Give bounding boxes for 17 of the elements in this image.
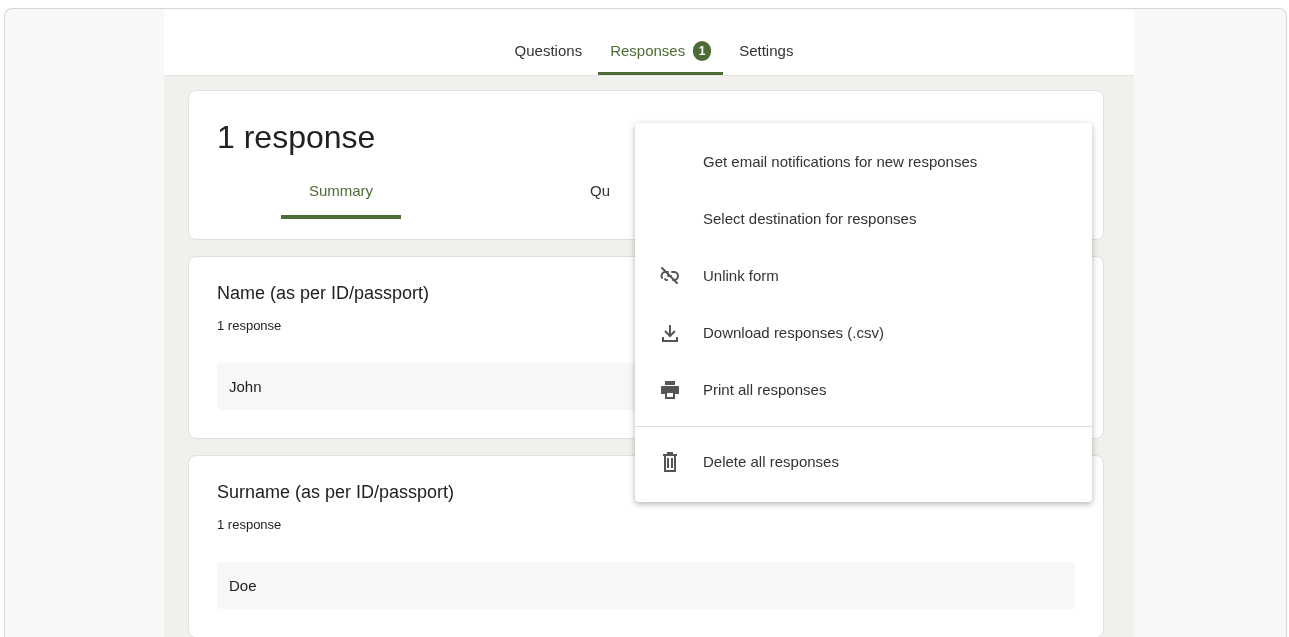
count-badge: 1 [693, 40, 712, 61]
menu-item[interactable]: Delete all responses [635, 433, 1092, 490]
menu-item[interactable]: Download responses (.csv) [635, 304, 1092, 361]
response-count-title: 1 response [217, 119, 376, 156]
question-title: Surname (as per ID/passport) [217, 482, 455, 503]
view-tab[interactable]: Summary [281, 182, 401, 219]
response-count: 1 response [217, 517, 282, 532]
nav-tab[interactable]: Questions [502, 29, 595, 75]
menu-item[interactable]: Get email notifications for new responses [635, 133, 1092, 190]
view-tab[interactable]: Qu [590, 182, 610, 219]
nav-tab[interactable]: Settings [727, 29, 806, 75]
response-count: 1 response [217, 318, 282, 333]
question-title: Name (as per ID/passport) [217, 283, 430, 304]
menu-item[interactable]: Unlink form [635, 247, 1092, 304]
answer-row: Doe [217, 562, 1075, 609]
nav-tab[interactable]: Responses 1 [598, 29, 724, 75]
menu-item[interactable]: Select destination for responses [635, 190, 1092, 247]
